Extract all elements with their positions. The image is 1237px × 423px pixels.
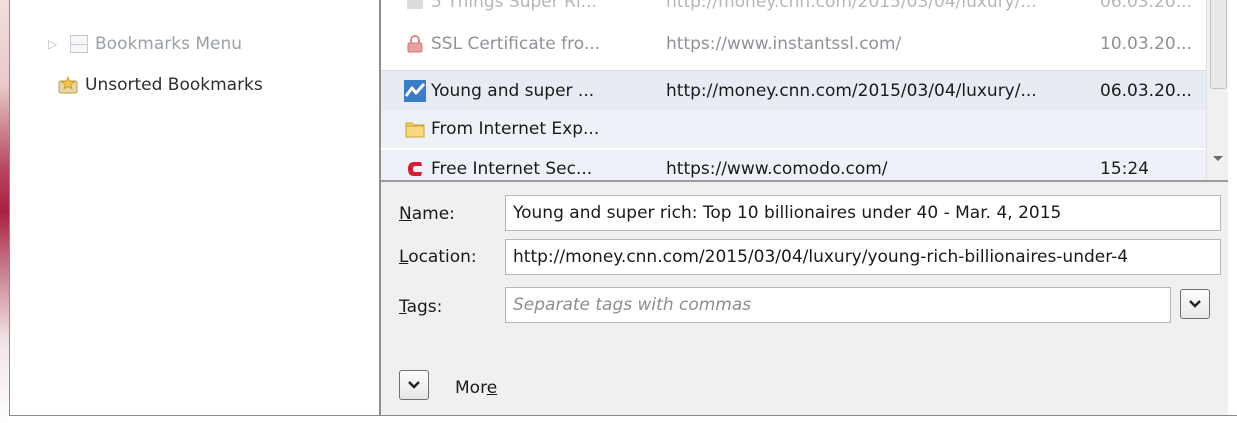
- row-name: From Internet Exp...: [431, 119, 600, 139]
- name-field[interactable]: Young and super rich: Top 10 billionaire…: [505, 195, 1221, 231]
- tags-input[interactable]: Separate tags with commas: [505, 287, 1171, 323]
- list-row[interactable]: From Internet Exp...: [381, 110, 1206, 148]
- bookmarks-tree: ▷ Bookmarks Menu Unsorted Bookmarks: [10, 0, 380, 415]
- bookmark-details-pane: Name: Young and super rich: Top 10 billi…: [381, 182, 1228, 415]
- folder-icon: [403, 117, 427, 141]
- row-url: http://money.cnn.com/2015/03/04/luxury/.…: [666, 81, 1037, 101]
- tree-item-bookmarks-menu[interactable]: ▷ Bookmarks Menu: [48, 28, 242, 60]
- list-row-selected[interactable]: Young and super ... http://money.cnn.com…: [381, 70, 1206, 112]
- scrollbar-thumb[interactable]: [1210, 0, 1227, 89]
- row-date: 06.03.20...: [1100, 0, 1192, 12]
- location-label: Location:: [399, 247, 477, 267]
- location-field[interactable]: http://money.cnn.com/2015/03/04/luxury/y…: [505, 239, 1221, 275]
- chevron-down-icon: [408, 381, 420, 389]
- row-name: 5 Things Super Ri...: [431, 0, 597, 12]
- list-row[interactable]: SSL Certificate fro... https://www.insta…: [381, 25, 1206, 63]
- more-expander-button[interactable]: [399, 370, 429, 400]
- expand-twisty-icon[interactable]: ▷: [48, 37, 62, 51]
- row-date: 06.03.20...: [1100, 81, 1192, 101]
- chevron-down-icon: [1189, 300, 1201, 308]
- tags-dropdown-button[interactable]: [1180, 289, 1210, 319]
- tree-item-label: Unsorted Bookmarks: [85, 75, 263, 95]
- comodo-icon: [403, 157, 427, 180]
- name-label: Name:: [399, 204, 455, 224]
- row-url: http://money.cnn.com/2015/03/04/luxury/.…: [666, 0, 1037, 12]
- unsorted-bookmarks-icon: [58, 75, 78, 95]
- list-row[interactable]: 5 Things Super Ri... http://money.cnn.co…: [381, 0, 1206, 21]
- bookmarks-menu-icon: [70, 35, 88, 53]
- row-date: 10.03.20...: [1100, 34, 1192, 54]
- more-label[interactable]: More: [455, 378, 497, 398]
- row-name: SSL Certificate fro...: [431, 34, 601, 54]
- row-url: https://www.comodo.com/: [666, 159, 888, 179]
- lock-icon: [403, 32, 427, 56]
- tags-label: Tags:: [399, 297, 443, 317]
- list-row[interactable]: Free Internet Sec... https://www.comodo.…: [381, 150, 1206, 180]
- bookmarks-list: 5 Things Super Ri... http://money.cnn.co…: [381, 0, 1206, 180]
- row-url: https://www.instantssl.com/: [666, 34, 902, 54]
- cnn-money-icon: [403, 79, 427, 103]
- partial-hidden-icon: [403, 0, 427, 14]
- row-name: Young and super ...: [431, 81, 595, 101]
- tree-item-label: Bookmarks Menu: [95, 34, 243, 54]
- window-edge: [0, 0, 9, 423]
- list-scrollbar[interactable]: [1206, 0, 1228, 180]
- row-date: 15:24: [1100, 159, 1149, 179]
- scroll-down-arrow-icon[interactable]: [1213, 156, 1223, 161]
- row-name: Free Internet Sec...: [431, 159, 593, 179]
- tree-item-unsorted-bookmarks[interactable]: Unsorted Bookmarks: [58, 69, 263, 101]
